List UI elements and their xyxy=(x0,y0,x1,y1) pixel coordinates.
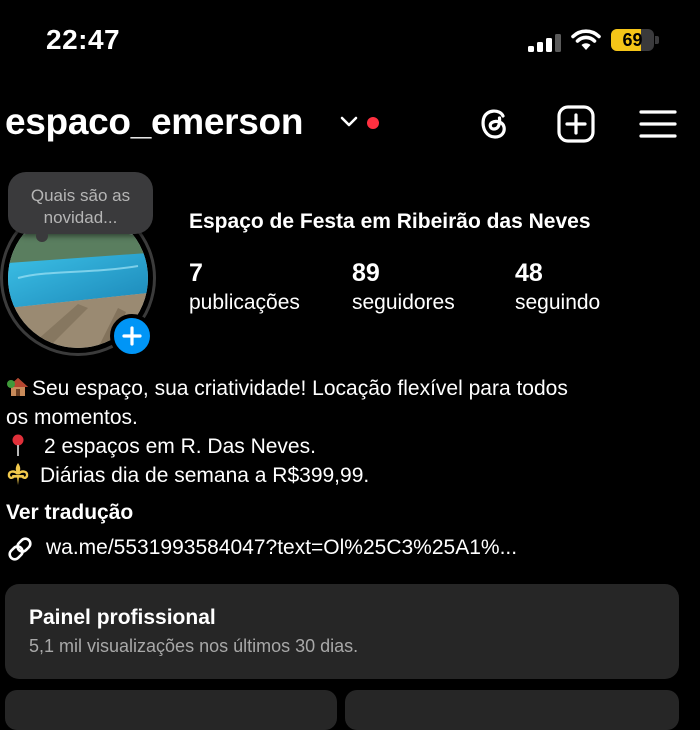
bio-line-1: Seu espaço, sua criatividade! Locação fl… xyxy=(6,374,696,403)
plus-icon xyxy=(122,326,142,346)
bio-line-2: os momentos. xyxy=(6,406,138,429)
following-label: seguindo xyxy=(515,291,601,314)
account-username[interactable]: espaco_emerson xyxy=(5,101,303,143)
bio-text-1: Seu espaço, sua criatividade! Locação fl… xyxy=(32,377,568,400)
chevron-down-icon[interactable] xyxy=(340,115,358,129)
pin-emoji-icon xyxy=(12,434,24,456)
fleur-de-lis-icon xyxy=(7,463,29,485)
share-profile-button[interactable] xyxy=(345,690,679,730)
note-tail xyxy=(36,230,48,242)
add-story-button[interactable] xyxy=(110,314,154,358)
notification-dot xyxy=(367,117,379,129)
following-count: 48 xyxy=(515,259,543,287)
house-emoji-icon xyxy=(7,378,28,396)
add-post-icon[interactable] xyxy=(556,104,596,144)
note-text: Quais são as novidad... xyxy=(30,186,131,227)
cellular-signal-icon xyxy=(528,34,561,52)
stat-following[interactable]: 48 seguindo xyxy=(515,258,600,318)
bio-text-3: 2 espaços em R. Das Neves. xyxy=(44,435,316,458)
status-bar: 22:47 69 xyxy=(0,0,700,80)
dashboard-subtitle: 5,1 mil visualizações nos últimos 30 dia… xyxy=(29,636,359,656)
threads-icon[interactable] xyxy=(474,103,514,143)
profile-header: espaco_emerson xyxy=(0,95,700,155)
followers-label: seguidores xyxy=(352,291,455,314)
bio-link-text[interactable]: wa.me/5531993584047?text=Ol%25C3%25A1%..… xyxy=(46,533,517,563)
posts-count: 7 xyxy=(189,259,203,287)
profile-display-name: Espaço de Festa em Ribeirão das Neves xyxy=(189,210,591,233)
profile-note[interactable]: Quais são as novidad... xyxy=(8,172,153,234)
status-time: 22:47 xyxy=(46,24,121,55)
battery-icon: 69 xyxy=(611,29,659,51)
stat-followers[interactable]: 89 seguidores xyxy=(352,258,455,318)
bio-line-4: Diárias dia de semana a R$399,99. xyxy=(6,461,696,490)
bio-line-3: 2 espaços em R. Das Neves. xyxy=(6,432,696,461)
posts-label: publicações xyxy=(189,291,300,314)
edit-profile-button[interactable] xyxy=(5,690,337,730)
followers-count: 89 xyxy=(352,259,380,287)
hamburger-menu-icon[interactable] xyxy=(638,107,678,141)
battery-percentage: 69 xyxy=(622,30,643,50)
dashboard-title: Painel profissional xyxy=(29,606,216,629)
bio-text-4: Diárias dia de semana a R$399,99. xyxy=(40,464,370,487)
link-icon xyxy=(8,537,32,561)
professional-dashboard[interactable]: Painel profissional 5,1 mil visualizaçõe… xyxy=(5,584,679,679)
stat-posts[interactable]: 7 publicações xyxy=(189,258,300,318)
profile-bio: Seu espaço, sua criatividade! Locação fl… xyxy=(6,374,696,490)
wifi-icon xyxy=(571,29,601,50)
see-translation-link[interactable]: Ver tradução xyxy=(6,501,133,525)
